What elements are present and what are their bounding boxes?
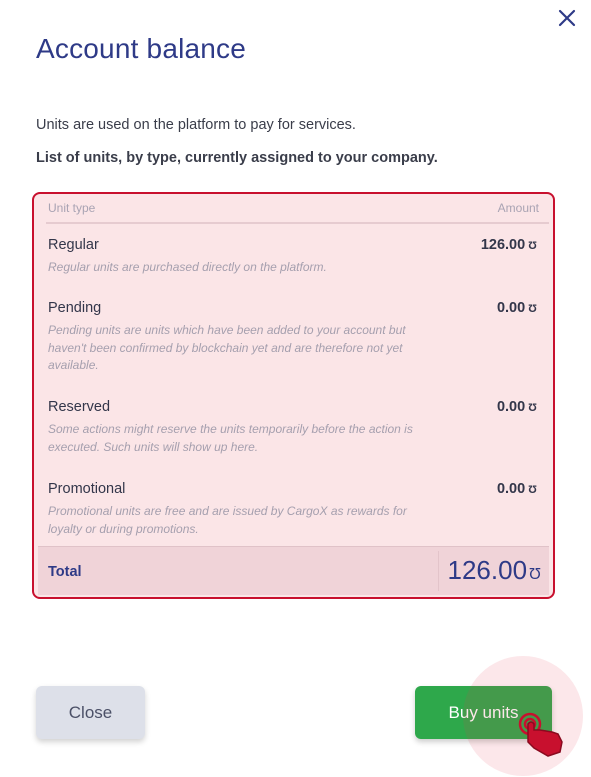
row-description: Pending units are units which have been … [48, 323, 406, 372]
total-divider [438, 551, 439, 591]
row-amount: 0.00 Ʊ [496, 481, 537, 497]
unit-symbol-icon: Ʊ [529, 566, 541, 583]
row-amount: 0.00 Ʊ [496, 300, 537, 316]
row-description: Some actions might reserve the units tem… [48, 422, 413, 454]
unit-symbol-icon: Ʊ [528, 484, 537, 496]
dialog-title: Account balance [36, 33, 247, 64]
unit-symbol-icon: Ʊ [528, 402, 537, 414]
intro-bold-text: List of units, by type, currently assign… [36, 150, 438, 166]
buy-units-button[interactable]: Buy units [415, 686, 552, 739]
close-icon[interactable] [556, 7, 578, 29]
row-name: Regular [48, 237, 99, 253]
header-unit-type: Unit type [48, 201, 96, 215]
table-header: Unit type Amount [46, 194, 549, 224]
unit-symbol-icon: Ʊ [528, 240, 537, 252]
row-description: Regular units are purchased directly on … [48, 260, 327, 274]
row-description: Promotional units are free and are issue… [48, 504, 407, 536]
row-amount: 126.00 Ʊ [480, 237, 537, 253]
row-name: Reserved [48, 399, 111, 415]
row-amount: 0.00 Ʊ [496, 399, 537, 415]
row-name: Pending [48, 300, 102, 316]
intro-text: Units are used on the platform to pay fo… [36, 117, 356, 133]
total-label: Total [48, 564, 82, 580]
units-table: Unit type Amount Regular 126.00 Ʊ Regular… [32, 192, 555, 599]
total-row: Total 126.00 Ʊ [38, 546, 549, 595]
close-button[interactable]: Close [36, 686, 145, 739]
row-name: Promotional [48, 481, 126, 497]
total-amount: 126.00 Ʊ [447, 555, 542, 585]
unit-symbol-icon: Ʊ [528, 303, 537, 315]
header-amount: Amount [497, 201, 539, 215]
